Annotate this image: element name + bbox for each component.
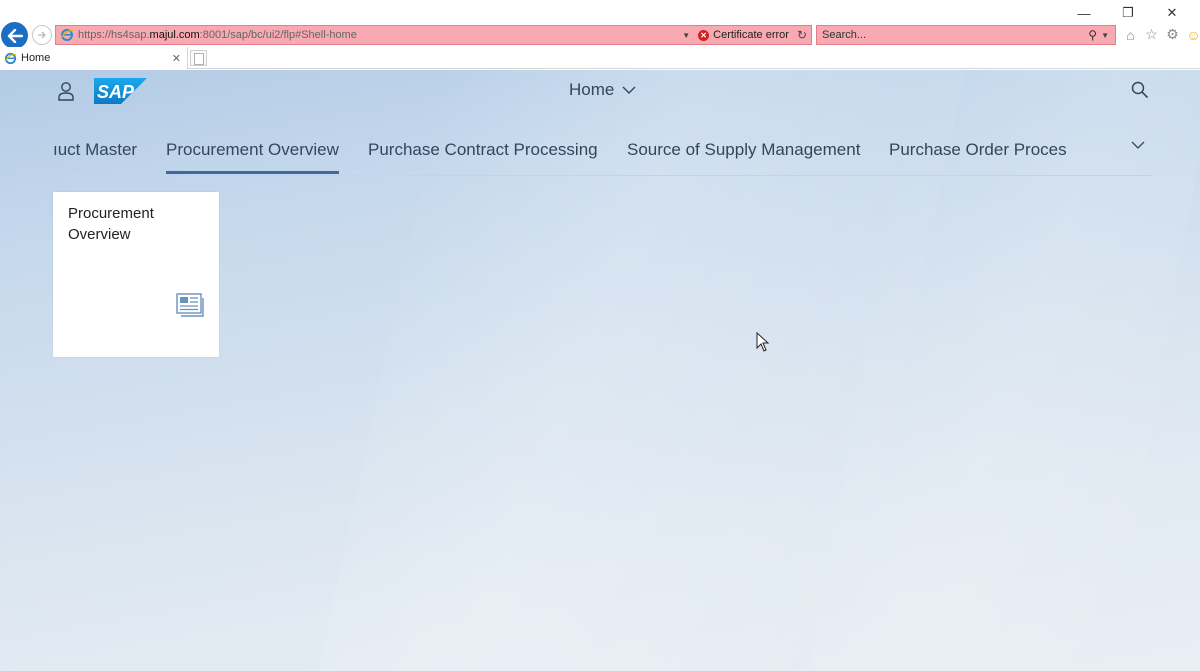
settings-gear-icon[interactable]: ⚙ (1164, 26, 1181, 43)
nav-overflow-chevron-icon[interactable] (1131, 140, 1145, 150)
address-bar[interactable]: https://hs4sap.majul.com:8001/sap/bc/ui2… (55, 25, 812, 45)
tab-product-master[interactable]: ıuct Master (53, 140, 137, 174)
close-tab-icon[interactable]: ✕ (172, 52, 181, 65)
browser-toolbar-icons: ⌂ ☆ ⚙ ☺ (1122, 26, 1200, 43)
address-dropdown-icon[interactable]: ▼ (682, 31, 690, 40)
user-icon[interactable] (57, 81, 75, 101)
group-anchor-bar: ıuct Master Procurement Overview Purchas… (53, 132, 1153, 176)
new-tab-button[interactable] (190, 50, 207, 66)
minimize-button[interactable]: — (1062, 4, 1106, 22)
svg-text:SAP: SAP (97, 82, 135, 102)
search-icon[interactable]: ⚲ (1088, 28, 1097, 42)
tab-purchase-contract-processing[interactable]: Purchase Contract Processing (368, 140, 598, 174)
browser-search-placeholder: Search... (822, 29, 867, 41)
mouse-cursor-icon (756, 332, 770, 352)
tab-source-of-supply-management[interactable]: Source of Supply Management (627, 140, 860, 174)
tab-procurement-overview[interactable]: Procurement Overview (166, 140, 339, 174)
tile-title: Procurement Overview (68, 205, 154, 243)
sap-logo: SAP (94, 78, 147, 104)
back-button[interactable] (1, 22, 28, 49)
feedback-smiley-icon[interactable]: ☺ (1185, 26, 1200, 43)
error-x-icon: ✕ (698, 29, 710, 41)
fiori-launchpad: SAP Home ıuct Master Procurement Overvie… (0, 70, 1200, 671)
tab-purchase-order-processing[interactable]: Purchase Order Proces (889, 140, 1067, 174)
restore-button[interactable]: ❐ (1106, 4, 1150, 22)
home-icon[interactable]: ⌂ (1122, 26, 1139, 43)
browser-tab-home[interactable]: Home ✕ (0, 47, 188, 69)
refresh-icon[interactable]: ↻ (797, 28, 807, 42)
chevron-down-icon (622, 86, 636, 94)
close-window-button[interactable]: ✕ (1150, 4, 1194, 22)
shell-home-menu[interactable]: Home (569, 80, 636, 100)
tab-title: Home (21, 52, 51, 64)
arrow-left-icon (7, 28, 23, 43)
browser-search-box[interactable]: Search... ⚲ ▼ (816, 25, 1116, 45)
search-dropdown-icon[interactable]: ▼ (1101, 31, 1109, 40)
browser-tab-bar: Home ✕ (0, 47, 1200, 69)
favorites-star-icon[interactable]: ☆ (1143, 26, 1160, 43)
shell-search-icon[interactable] (1131, 81, 1149, 99)
tile-procurement-overview[interactable]: Procurement Overview (53, 192, 219, 357)
browser-chrome: — ❐ ✕ https://hs4sap.majul.com:8001/sap/… (0, 0, 1200, 70)
certificate-error[interactable]: ✕ Certificate error (698, 29, 789, 41)
ie-logo-icon (60, 29, 74, 41)
window-controls: — ❐ ✕ (1062, 4, 1194, 22)
page-title: Home (569, 80, 615, 99)
url-text: https://hs4sap.majul.com:8001/sap/bc/ui2… (78, 29, 357, 41)
ie-tab-icon (4, 52, 17, 64)
arrow-right-icon (38, 31, 46, 39)
overview-card-icon (176, 293, 204, 317)
forward-button[interactable] (32, 25, 52, 45)
